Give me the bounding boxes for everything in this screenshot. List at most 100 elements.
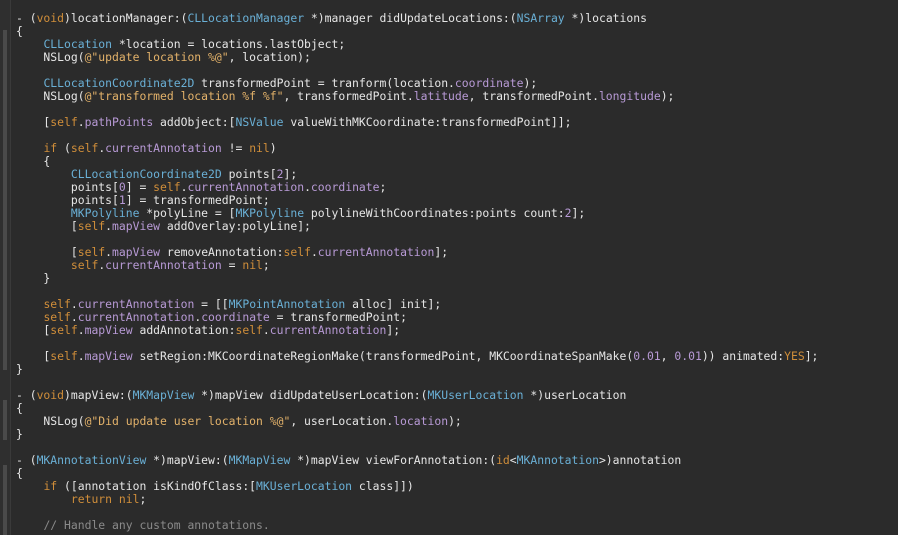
code-token: currentAnnotation	[269, 323, 387, 337]
editor-gutter[interactable]	[0, 0, 11, 535]
code-token: .	[105, 245, 113, 259]
code-token: ];	[804, 349, 819, 363]
code-token: - (	[16, 453, 37, 467]
code-line[interactable]: - (void)mapView:(MKMapView *)mapView did…	[16, 389, 898, 402]
code-token: self	[70, 141, 99, 155]
code-token: }	[16, 362, 23, 376]
code-token: =	[221, 258, 243, 272]
code-line[interactable]: NSLog(@"transformed location %f %f", tra…	[16, 90, 898, 103]
code-token: ([annotation isKindOfClass:[	[57, 479, 257, 493]
code-token: )	[269, 141, 277, 155]
code-line[interactable]: [self.mapView addOverlay:polyLine];	[16, 220, 898, 233]
code-line[interactable]: [self.pathPoints addObject:[NSValue valu…	[16, 116, 898, 129]
fold-indicator[interactable]	[3, 400, 7, 440]
code-token: CLLocationCoordinate2D	[70, 167, 222, 181]
code-token: NSValue	[235, 115, 284, 129]
code-line[interactable]: // Handle any custom annotations.	[16, 519, 898, 532]
code-token: NSLog(	[16, 414, 85, 428]
code-token: nil	[249, 141, 270, 155]
code-token: {	[16, 154, 51, 168]
code-line[interactable]: NSLog(@"update location %@", location);	[16, 51, 898, 64]
code-line[interactable]: - (MKAnnotationView *)mapView:(MKMapView…	[16, 454, 898, 467]
code-token: CLLocation	[43, 37, 113, 51]
code-token: coordinate	[310, 180, 380, 194]
code-token: ,	[660, 349, 675, 363]
code-token: - (	[16, 388, 37, 402]
code-token: {	[16, 466, 23, 480]
code-token: MKPointAnnotation	[228, 297, 346, 311]
code-token: YES	[784, 349, 805, 363]
code-line[interactable]: [self.mapView setRegion:MKCoordinateRegi…	[16, 350, 898, 363]
code-token: *)locations	[564, 11, 647, 25]
code-token: *polyLine = [	[139, 206, 236, 220]
code-token: latitude	[413, 89, 469, 103]
code-token: self	[50, 115, 78, 129]
code-token: polylineWithCoordinates:points count:	[304, 206, 565, 220]
code-token: *)manager didUpdateLocations:(	[304, 11, 517, 25]
code-token: ];	[571, 206, 586, 220]
code-line[interactable]: }	[16, 363, 898, 376]
code-line[interactable]: [self.mapView addAnnotation:self.current…	[16, 324, 898, 337]
fold-indicator[interactable]	[3, 30, 7, 370]
code-token: *)userLocation	[523, 388, 627, 402]
code-token: ];	[283, 167, 298, 181]
code-token: removeAnnotation:	[160, 245, 284, 259]
code-token: CLLocationManager	[187, 11, 305, 25]
code-token: points[	[16, 193, 119, 207]
code-token: }	[16, 427, 23, 441]
code-line[interactable]: }	[16, 428, 898, 441]
code-token: @"Did update user location %@"	[84, 414, 291, 428]
code-token: *)mapView didUpdateUserLocation:(	[194, 388, 428, 402]
code-token: location	[393, 414, 449, 428]
code-line[interactable]: if (self.currentAnnotation != nil)	[16, 142, 898, 155]
code-token: >)annotation	[598, 453, 682, 467]
code-line[interactable]: return nil;	[16, 493, 898, 506]
code-token: ;	[262, 258, 270, 272]
code-token: ];	[434, 245, 449, 259]
code-token: )locationManager:(	[64, 11, 188, 25]
code-token: currentAnnotation	[105, 141, 222, 155]
code-token: , userLocation.	[290, 414, 394, 428]
code-token: nil	[242, 258, 263, 272]
code-token: .	[70, 297, 78, 311]
code-token: CLLocationCoordinate2D	[43, 76, 195, 90]
code-token: , transformedPoint.	[283, 89, 414, 103]
code-token: void	[36, 11, 65, 25]
code-token: return	[70, 492, 113, 506]
code-token: nil	[118, 492, 140, 506]
code-line[interactable]: NSLog(@"Did update user location %@", us…	[16, 415, 898, 428]
code-token: ;	[139, 492, 147, 506]
code-token: currentAnnotation	[77, 310, 195, 324]
code-token: [	[16, 323, 51, 337]
code-token: *location = locations.lastObject;	[112, 37, 346, 51]
code-line[interactable]: }	[16, 272, 898, 285]
code-token: .	[77, 323, 85, 337]
code-token: .	[105, 219, 113, 233]
code-token: // Handle any custom annotations.	[43, 518, 270, 532]
code-token: if	[43, 479, 58, 493]
code-line[interactable]: - (void)locationManager:(CLLocationManag…	[16, 12, 898, 25]
code-token: NSLog(	[16, 50, 85, 64]
code-token: pathPoints	[84, 115, 154, 129]
code-token: , transformedPoint.	[468, 89, 599, 103]
code-token: .	[310, 245, 318, 259]
code-token: addAnnotation:	[132, 323, 236, 337]
code-token: coordinate	[454, 76, 524, 90]
fold-indicator[interactable]	[3, 465, 7, 535]
code-token: mapView	[112, 245, 161, 259]
code-token: MKUserLocation	[427, 388, 524, 402]
code-token: .	[77, 349, 85, 363]
code-editor[interactable]: - ( void)locationManager:(CLLocationManag…	[16, 12, 898, 535]
code-token: MKPolyline	[235, 206, 305, 220]
code-token: MKAnnotationView	[36, 453, 147, 467]
code-token: *)mapView:(	[146, 453, 229, 467]
code-line[interactable]: self.currentAnnotation = nil;	[16, 259, 898, 272]
code-line[interactable]: if ([annotation isKindOfClass:[MKUserLoc…	[16, 480, 898, 493]
code-token: mapView	[84, 349, 133, 363]
